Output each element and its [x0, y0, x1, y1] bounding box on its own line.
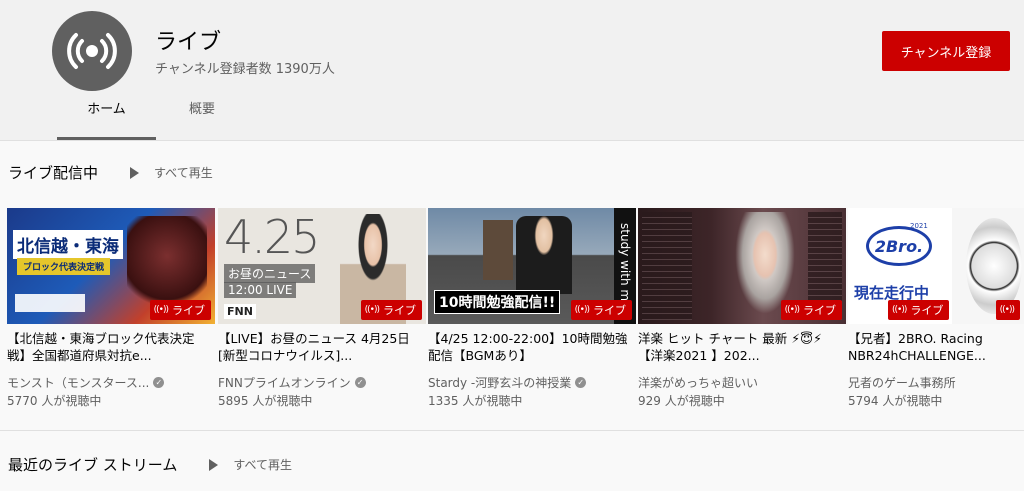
- video-title[interactable]: 【LIVE】お昼のニュース 4月25日 [新型コロナウイルス]...: [218, 330, 418, 364]
- video-viewers: 5895 人が視聴中: [218, 394, 313, 408]
- thumb-tracklist: [642, 212, 692, 320]
- video-title[interactable]: 【兄者】2BRO. Racing NBR24hCHALLENGE...: [848, 330, 1024, 364]
- live-badge: ((•)) ライブ: [888, 300, 950, 320]
- section-recent-streams: 最近のライブ ストリーム すべて再生: [8, 454, 292, 475]
- section-divider: [0, 430, 1024, 431]
- live-badge-label: ライブ: [383, 304, 416, 317]
- live-icon: ((•)): [574, 305, 590, 315]
- video-channel-name: Stardy -河野玄斗の神授業: [428, 376, 572, 390]
- live-icon: ((•)): [999, 305, 1015, 315]
- video-viewers: 1335 人が視聴中: [428, 394, 523, 408]
- video-card[interactable]: 2Bro. 2021 現在走行中 ((•)) ライブ ((•)) 【兄者】2BRO…: [848, 208, 1024, 408]
- thumb-subhead: ブロック代表決定戦: [17, 258, 111, 275]
- video-title[interactable]: 洋楽 ヒット チャート 最新 ⚡😇⚡ 【洋楽2021 】202...: [638, 330, 838, 364]
- tab-about[interactable]: 概要: [170, 98, 234, 140]
- live-badge: ((•)) ライブ: [360, 300, 422, 320]
- live-badge: ((•)) ライブ: [780, 300, 842, 320]
- video-viewers: 929 人が視聴中: [638, 394, 725, 408]
- tab-about-label: 概要: [188, 102, 215, 117]
- video-channel[interactable]: Stardy -河野玄斗の神授業 ✓: [428, 374, 587, 391]
- live-badge: ((•)) ライブ: [149, 300, 211, 320]
- tab-home[interactable]: ホーム: [57, 98, 156, 140]
- section-title: 最近のライブ ストリーム: [8, 456, 178, 474]
- live-badge-secondary: ((•)): [995, 300, 1020, 320]
- play-all-label: すべて再生: [233, 458, 293, 472]
- channel-title: ライブ: [155, 30, 222, 55]
- thumb-logo: 2Bro.: [866, 226, 932, 266]
- subscribe-button[interactable]: チャンネル登録: [882, 31, 1010, 71]
- video-channel[interactable]: 洋楽がめっちゃ超いい: [638, 374, 758, 391]
- section-live-now: ライブ配信中 すべて再生: [8, 162, 213, 183]
- video-channel[interactable]: モンスト（モンスタース... ✓: [7, 374, 165, 391]
- thumb-time: 12:00 LIVE: [224, 282, 297, 298]
- video-viewers: 5770 人が視聴中: [7, 394, 102, 408]
- thumb-program: お昼のニュース: [224, 264, 316, 283]
- live-badge-label: ライブ: [172, 304, 205, 317]
- video-title[interactable]: 【北信越・東海ブロック代表決定戦】全国都道府県対抗e...: [7, 330, 207, 364]
- live-badge-label: ライブ: [910, 304, 944, 317]
- video-thumbnail[interactable]: 10時間勉強配信!! study with me ((•)) ライブ: [428, 208, 636, 324]
- thumb-year: 2021: [910, 222, 928, 230]
- live-icon: ((•)): [153, 305, 169, 315]
- verified-icon: ✓: [575, 377, 587, 388]
- section-title: ライブ配信中: [8, 164, 99, 182]
- play-icon: [130, 166, 140, 179]
- thumb-tower: [483, 220, 513, 280]
- channel-avatar[interactable]: [52, 11, 132, 91]
- live-broadcast-icon: [67, 33, 117, 69]
- play-all-label: すべて再生: [154, 166, 213, 180]
- video-channel-name: モンスト（モンスタース...: [7, 376, 150, 390]
- play-all-button[interactable]: すべて再生: [130, 164, 213, 181]
- play-all-button[interactable]: すべて再生: [209, 456, 292, 473]
- video-thumbnail[interactable]: 2Bro. 2021 現在走行中 ((•)) ライブ ((•)): [848, 208, 1024, 324]
- video-channel-name: FNNプライムオンライン: [218, 376, 351, 390]
- video-thumbnail[interactable]: 北信越・東海 ブロック代表決定戦 ((•)) ライブ: [7, 208, 215, 324]
- subscriber-count: チャンネル登録者数 1390万人: [155, 62, 335, 77]
- thumb-caption: 10時間勉強配信!!: [434, 290, 561, 314]
- video-channel-name: 兄者のゲーム事務所: [848, 376, 956, 390]
- play-icon: [209, 458, 219, 471]
- live-icon: ((•)): [364, 305, 380, 315]
- verified-icon: ✓: [354, 377, 366, 388]
- thumb-date: 4.25: [224, 210, 320, 264]
- video-channel-name: 洋楽がめっちゃ超いい: [638, 376, 759, 390]
- live-badge-label: ライブ: [803, 304, 836, 317]
- tab-home-label: ホーム: [87, 102, 126, 117]
- video-thumbnail[interactable]: ((•)) ライブ: [638, 208, 846, 324]
- thumb-logo: FNN: [224, 304, 256, 319]
- video-title[interactable]: 【4/25 12:00-22:00】10時間勉強配信【BGMあり】: [428, 330, 628, 364]
- thumb-sponsor-box: [15, 294, 85, 312]
- video-channel[interactable]: FNNプライムオンライン ✓: [218, 374, 366, 391]
- video-thumbnail[interactable]: 4.25 お昼のニュース 12:00 LIVE FNN ((•)) ライブ: [218, 208, 426, 324]
- video-viewers: 5794 人が視聴中: [848, 394, 943, 408]
- thumb-headline: 北信越・東海: [13, 230, 123, 259]
- thumb-person: [516, 216, 572, 294]
- live-icon: ((•)): [784, 305, 800, 315]
- live-badge-label: ライブ: [593, 304, 626, 317]
- live-badge: ((•)) ライブ: [570, 300, 632, 320]
- verified-icon: ✓: [153, 377, 165, 388]
- video-channel[interactable]: 兄者のゲーム事務所: [848, 374, 956, 391]
- channel-header: ライブ チャンネル登録者数 1390万人 チャンネル登録 ホーム 概要: [0, 0, 1024, 141]
- live-icon: ((•)): [892, 305, 907, 315]
